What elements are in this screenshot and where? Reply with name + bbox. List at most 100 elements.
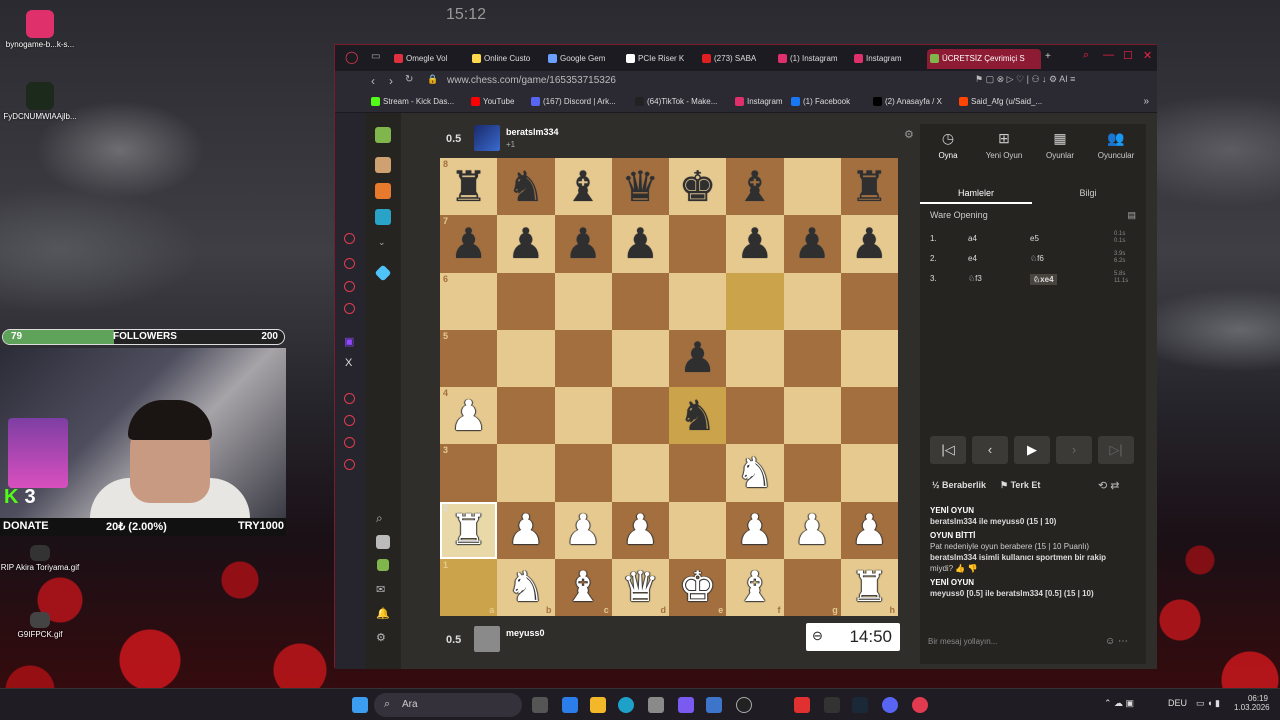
- tab-moves[interactable]: Hamleler: [920, 182, 1032, 204]
- minimize-icon[interactable]: —: [1103, 49, 1114, 61]
- settings-gear-icon[interactable]: ⚙: [376, 631, 386, 644]
- board-square-e2[interactable]: [669, 501, 727, 559]
- profile-icon[interactable]: [376, 535, 390, 549]
- last-move-button[interactable]: ▷|: [1098, 436, 1134, 464]
- back-icon[interactable]: ‹: [371, 74, 375, 88]
- white-knight-piece[interactable]: ♞: [507, 566, 545, 608]
- board-square-f7[interactable]: ♟: [726, 215, 784, 273]
- bookmark-item[interactable]: Said_Afg (u/Said_...: [959, 97, 1042, 106]
- opening-book-icon[interactable]: ▤: [1127, 210, 1136, 221]
- sidebar-player-icon[interactable]: [344, 393, 355, 404]
- sidebar-settings-icon[interactable]: [344, 459, 355, 470]
- file-explorer-icon[interactable]: [590, 697, 606, 713]
- board-square-h5[interactable]: [840, 329, 898, 387]
- browser-tab[interactable]: Online Custo: [469, 49, 543, 69]
- board-square-b1[interactable]: b ♞: [497, 558, 555, 616]
- desktop-icon-bynogame[interactable]: bynogame-b...k-s...: [0, 10, 80, 49]
- toolbar-icons[interactable]: ⚑ ▢ ⊗ ▷ ♡ | ⚇ ↓ ⚙ AI ≡: [975, 74, 1075, 85]
- board-square-e6[interactable]: [669, 272, 727, 330]
- browser-tab[interactable]: ÜCRETSİZ Çevrimiçi S: [927, 49, 1041, 69]
- task-view-icon[interactable]: [532, 697, 548, 713]
- board-square-g7[interactable]: ♟: [783, 215, 841, 273]
- white-bishop-piece[interactable]: ♝: [736, 566, 774, 608]
- white-queen-piece[interactable]: ♛: [622, 566, 660, 608]
- board-square-h6[interactable]: [840, 272, 898, 330]
- close-icon[interactable]: ✕: [1143, 49, 1152, 62]
- widgets-icon[interactable]: [562, 697, 578, 713]
- board-square-a6[interactable]: 6: [440, 272, 498, 330]
- settings-app-icon[interactable]: [706, 697, 722, 713]
- white-pawn-piece[interactable]: ♟: [793, 509, 831, 551]
- move-black[interactable]: e5: [1030, 234, 1039, 243]
- black-knight-piece[interactable]: ♞: [507, 165, 545, 208]
- black-pawn-piece[interactable]: ♟: [679, 337, 717, 379]
- browser-tab[interactable]: Omegle Vol: [391, 49, 467, 69]
- bookmark-item[interactable]: Stream - Kick Das...: [371, 97, 454, 106]
- board-square-h4[interactable]: [840, 387, 898, 445]
- board-square-c4[interactable]: [554, 387, 612, 445]
- white-pawn-piece[interactable]: ♟: [450, 394, 488, 437]
- sidebar-shopping-icon[interactable]: [344, 258, 355, 269]
- white-pawn-piece[interactable]: ♟: [736, 509, 774, 551]
- clock[interactable]: 06:19 1.03.2026: [1234, 694, 1270, 712]
- board-square-d4[interactable]: [611, 387, 669, 445]
- search-tabs-icon[interactable]: ⌕: [1083, 49, 1089, 62]
- emoji-icon[interactable]: ☺ ⋯: [1105, 636, 1128, 647]
- board-square-e5[interactable]: ♟: [669, 329, 727, 387]
- board-square-f8[interactable]: ♝: [726, 158, 784, 216]
- tab-menu-icon[interactable]: ▭: [371, 51, 380, 62]
- black-pawn-piece[interactable]: ♟: [564, 222, 602, 265]
- diamond-icon[interactable]: [374, 264, 392, 282]
- board-square-f4[interactable]: [726, 387, 784, 445]
- new-tab-icon[interactable]: +: [1045, 51, 1051, 62]
- board-square-b6[interactable]: [497, 272, 555, 330]
- board-square-d1[interactable]: d ♛: [611, 558, 669, 616]
- board-square-g2[interactable]: ♟: [783, 501, 841, 559]
- black-pawn-piece[interactable]: ♟: [450, 222, 488, 265]
- tab-info[interactable]: Bilgi: [1032, 182, 1144, 204]
- board-square-f6[interactable]: [726, 272, 784, 330]
- board-square-d6[interactable]: [611, 272, 669, 330]
- board-square-c2[interactable]: ♟: [554, 501, 612, 559]
- black-pawn-piece[interactable]: ♟: [851, 222, 889, 265]
- browser-tab[interactable]: Instagram: [851, 49, 925, 69]
- first-move-button[interactable]: |◁: [930, 436, 966, 464]
- lessons-icon[interactable]: [375, 209, 391, 225]
- sidebar-x-icon[interactable]: X: [345, 357, 352, 369]
- board-square-f2[interactable]: ♟: [726, 501, 784, 559]
- edge-icon[interactable]: [618, 697, 634, 713]
- windows-start-icon[interactable]: [352, 697, 368, 713]
- bookmark-item[interactable]: (2) Anasayfa / X: [873, 97, 942, 106]
- panel-nav-3[interactable]: 👥 Oyuncular: [1088, 130, 1144, 160]
- browser-tab[interactable]: Google Gem: [545, 49, 621, 69]
- board-square-b2[interactable]: ♟: [497, 501, 555, 559]
- sidebar-extension-icon[interactable]: [344, 437, 355, 448]
- board-square-d7[interactable]: ♟: [611, 215, 669, 273]
- maximize-icon[interactable]: ☐: [1123, 49, 1133, 62]
- top-player-avatar[interactable]: [474, 125, 500, 151]
- black-bishop-piece[interactable]: ♝: [736, 165, 774, 208]
- board-square-g5[interactable]: [783, 329, 841, 387]
- board-square-a5[interactable]: 5: [440, 329, 498, 387]
- black-pawn-piece[interactable]: ♟: [622, 222, 660, 265]
- store-icon[interactable]: [648, 697, 664, 713]
- board-square-e3[interactable]: [669, 444, 727, 502]
- white-rook-piece[interactable]: ♜: [851, 566, 889, 608]
- browser-tab[interactable]: (1) Instagram: [775, 49, 849, 69]
- more-icon[interactable]: ⌄: [378, 237, 386, 248]
- bookmark-item[interactable]: (1) Facebook: [791, 97, 850, 106]
- sidebar-messenger-icon[interactable]: [344, 281, 355, 292]
- notifications-icon[interactable]: 🔔: [376, 607, 390, 620]
- board-square-g6[interactable]: [783, 272, 841, 330]
- white-pawn-piece[interactable]: ♟: [564, 509, 602, 551]
- resign-button[interactable]: ⚑ Terk Et: [1000, 480, 1040, 491]
- friends-icon[interactable]: [377, 559, 389, 571]
- board-square-d2[interactable]: ♟: [611, 501, 669, 559]
- browser-tab[interactable]: (273) SABA: [699, 49, 773, 69]
- epic-games-icon[interactable]: [824, 697, 840, 713]
- opera-logo-icon[interactable]: ◯: [345, 50, 358, 64]
- chess-board[interactable]: 8 ♜ ♞ ♝ ♛ ♚ ♝ ♜ 7 ♟ ♟ ♟ ♟ ♟ ♟ ♟ 6 5 ♟ 4 ♟ ♞ 3 ♞ 2 ♜ ♟ ♟ ♟ ♟ ♟ ♟ 1 a b ♞ c ♝ d ♛…: [440, 158, 898, 616]
- board-square-a4[interactable]: 4 ♟: [440, 387, 498, 445]
- sidebar-whatsapp-icon[interactable]: [344, 303, 355, 314]
- board-square-c1[interactable]: c ♝: [554, 558, 612, 616]
